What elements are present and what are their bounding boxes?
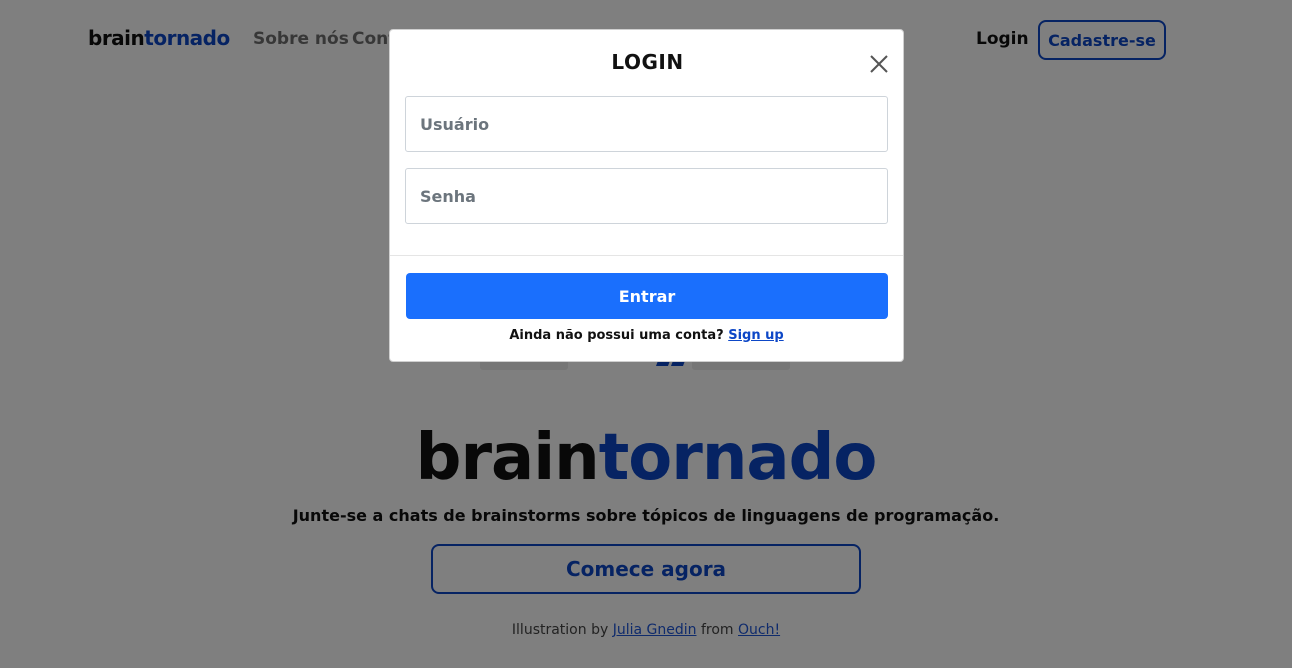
signup-prompt: Ainda não possui uma conta? Sign up	[390, 328, 903, 343]
close-icon	[870, 55, 888, 73]
modal-divider	[390, 255, 903, 256]
login-submit-button[interactable]: Entrar	[406, 273, 888, 319]
username-input[interactable]	[405, 96, 888, 152]
close-button[interactable]	[868, 53, 890, 75]
signup-link[interactable]: Sign up	[728, 328, 783, 343]
login-modal: LOGIN Entrar Ainda não possui uma conta?…	[389, 29, 904, 362]
page: braintornado Sobre nós Cont Login Cadast…	[0, 0, 1292, 668]
password-input[interactable]	[405, 168, 888, 224]
no-account-text: Ainda não possui uma conta?	[509, 328, 724, 343]
modal-title: LOGIN	[611, 50, 684, 74]
